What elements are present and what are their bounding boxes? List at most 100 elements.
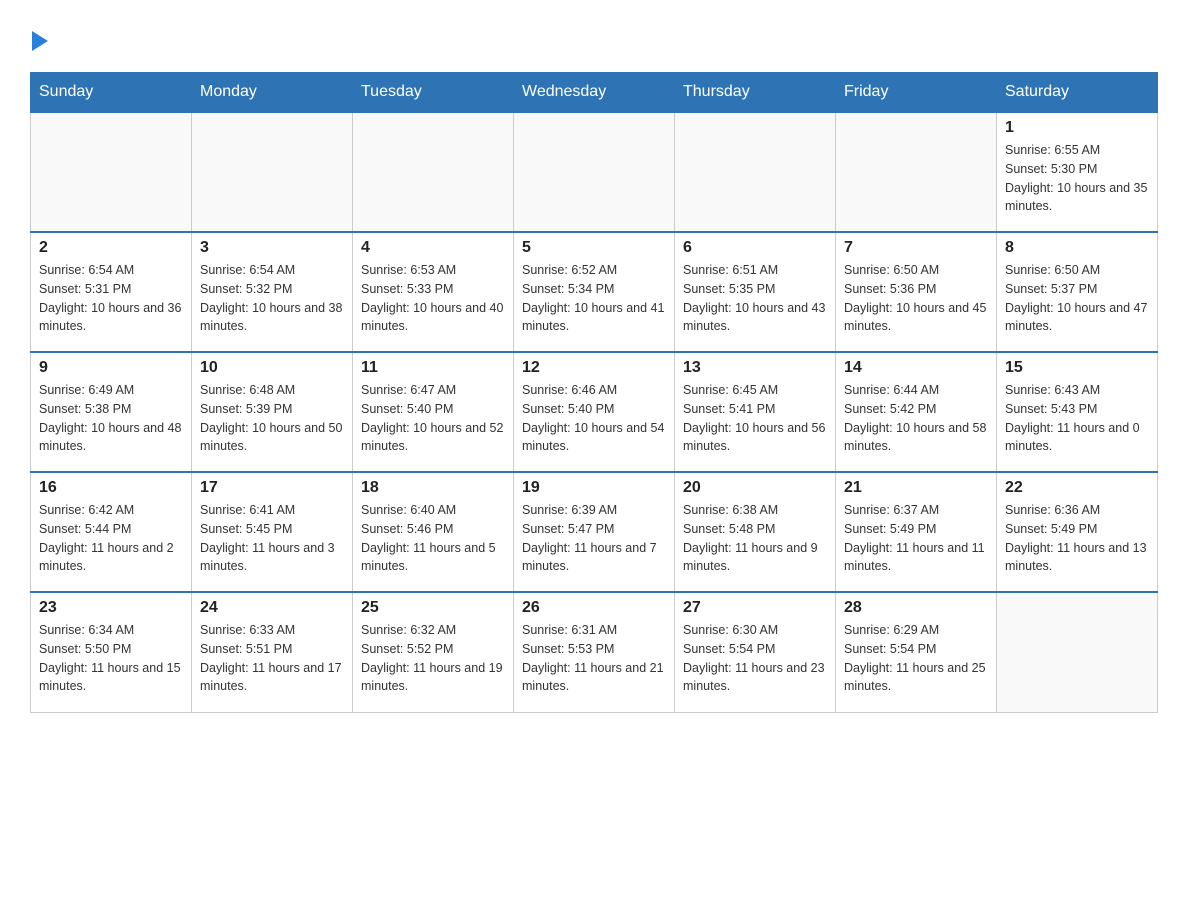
day-number: 19 <box>522 479 666 497</box>
day-info: Sunrise: 6:33 AMSunset: 5:51 PMDaylight:… <box>200 621 344 696</box>
day-number: 25 <box>361 599 505 617</box>
day-info: Sunrise: 6:50 AMSunset: 5:37 PMDaylight:… <box>1005 261 1149 336</box>
week-row-1: 1 Sunrise: 6:55 AMSunset: 5:30 PMDaylight… <box>31 112 1158 232</box>
day-number: 4 <box>361 239 505 257</box>
day-info: Sunrise: 6:42 AMSunset: 5:44 PMDaylight:… <box>39 501 183 576</box>
day-number: 8 <box>1005 239 1149 257</box>
day-info: Sunrise: 6:34 AMSunset: 5:50 PMDaylight:… <box>39 621 183 696</box>
column-header-friday: Friday <box>836 73 997 113</box>
day-info: Sunrise: 6:44 AMSunset: 5:42 PMDaylight:… <box>844 381 988 456</box>
day-cell: 25 Sunrise: 6:32 AMSunset: 5:52 PMDayligh… <box>353 592 514 712</box>
calendar-header: SundayMondayTuesdayWednesdayThursdayFrid… <box>31 73 1158 113</box>
day-info: Sunrise: 6:52 AMSunset: 5:34 PMDaylight:… <box>522 261 666 336</box>
day-number: 3 <box>200 239 344 257</box>
day-number: 23 <box>39 599 183 617</box>
calendar-body: 1 Sunrise: 6:55 AMSunset: 5:30 PMDaylight… <box>31 112 1158 712</box>
day-number: 14 <box>844 359 988 377</box>
day-cell: 28 Sunrise: 6:29 AMSunset: 5:54 PMDayligh… <box>836 592 997 712</box>
day-info: Sunrise: 6:54 AMSunset: 5:31 PMDaylight:… <box>39 261 183 336</box>
week-row-4: 16 Sunrise: 6:42 AMSunset: 5:44 PMDayligh… <box>31 472 1158 592</box>
day-info: Sunrise: 6:36 AMSunset: 5:49 PMDaylight:… <box>1005 501 1149 576</box>
day-number: 10 <box>200 359 344 377</box>
day-info: Sunrise: 6:53 AMSunset: 5:33 PMDaylight:… <box>361 261 505 336</box>
day-number: 12 <box>522 359 666 377</box>
day-info: Sunrise: 6:40 AMSunset: 5:46 PMDaylight:… <box>361 501 505 576</box>
day-number: 28 <box>844 599 988 617</box>
week-row-5: 23 Sunrise: 6:34 AMSunset: 5:50 PMDayligh… <box>31 592 1158 712</box>
logo-arrow-icon <box>32 31 48 51</box>
day-info: Sunrise: 6:31 AMSunset: 5:53 PMDaylight:… <box>522 621 666 696</box>
day-cell: 8 Sunrise: 6:50 AMSunset: 5:37 PMDaylight… <box>997 232 1158 352</box>
day-number: 18 <box>361 479 505 497</box>
day-number: 27 <box>683 599 827 617</box>
day-number: 16 <box>39 479 183 497</box>
day-cell: 2 Sunrise: 6:54 AMSunset: 5:31 PMDaylight… <box>31 232 192 352</box>
day-cell: 27 Sunrise: 6:30 AMSunset: 5:54 PMDayligh… <box>675 592 836 712</box>
day-cell: 15 Sunrise: 6:43 AMSunset: 5:43 PMDayligh… <box>997 352 1158 472</box>
day-cell <box>192 112 353 232</box>
day-info: Sunrise: 6:55 AMSunset: 5:30 PMDaylight:… <box>1005 141 1149 216</box>
day-info: Sunrise: 6:32 AMSunset: 5:52 PMDaylight:… <box>361 621 505 696</box>
day-cell <box>836 112 997 232</box>
day-info: Sunrise: 6:29 AMSunset: 5:54 PMDaylight:… <box>844 621 988 696</box>
day-cell: 9Sunrise: 6:49 AMSunset: 5:38 PMDaylight… <box>31 352 192 472</box>
day-info: Sunrise: 6:51 AMSunset: 5:35 PMDaylight:… <box>683 261 827 336</box>
day-cell: 21 Sunrise: 6:37 AMSunset: 5:49 PMDayligh… <box>836 472 997 592</box>
day-number: 24 <box>200 599 344 617</box>
day-number: 17 <box>200 479 344 497</box>
column-header-thursday: Thursday <box>675 73 836 113</box>
day-number: 7 <box>844 239 988 257</box>
day-number: 13 <box>683 359 827 377</box>
page-header <box>30 20 1158 52</box>
day-number: 6 <box>683 239 827 257</box>
day-info: Sunrise: 6:43 AMSunset: 5:43 PMDaylight:… <box>1005 381 1149 456</box>
column-header-tuesday: Tuesday <box>353 73 514 113</box>
day-cell <box>675 112 836 232</box>
day-info: Sunrise: 6:39 AMSunset: 5:47 PMDaylight:… <box>522 501 666 576</box>
day-cell: 6 Sunrise: 6:51 AMSunset: 5:35 PMDaylight… <box>675 232 836 352</box>
day-cell: 22 Sunrise: 6:36 AMSunset: 5:49 PMDayligh… <box>997 472 1158 592</box>
week-row-3: 9Sunrise: 6:49 AMSunset: 5:38 PMDaylight… <box>31 352 1158 472</box>
day-cell: 5 Sunrise: 6:52 AMSunset: 5:34 PMDaylight… <box>514 232 675 352</box>
day-number: 1 <box>1005 119 1149 137</box>
day-info: Sunrise: 6:50 AMSunset: 5:36 PMDaylight:… <box>844 261 988 336</box>
day-number: 20 <box>683 479 827 497</box>
day-cell <box>31 112 192 232</box>
day-info: Sunrise: 6:41 AMSunset: 5:45 PMDaylight:… <box>200 501 344 576</box>
calendar-table: SundayMondayTuesdayWednesdayThursdayFrid… <box>30 72 1158 713</box>
day-info: Sunrise: 6:37 AMSunset: 5:49 PMDaylight:… <box>844 501 988 576</box>
day-cell: 4 Sunrise: 6:53 AMSunset: 5:33 PMDaylight… <box>353 232 514 352</box>
column-header-sunday: Sunday <box>31 73 192 113</box>
day-number: 15 <box>1005 359 1149 377</box>
day-number: 2 <box>39 239 183 257</box>
day-cell: 19 Sunrise: 6:39 AMSunset: 5:47 PMDayligh… <box>514 472 675 592</box>
day-cell: 10 Sunrise: 6:48 AMSunset: 5:39 PMDayligh… <box>192 352 353 472</box>
day-cell <box>353 112 514 232</box>
day-info: Sunrise: 6:54 AMSunset: 5:32 PMDaylight:… <box>200 261 344 336</box>
day-cell <box>514 112 675 232</box>
column-header-saturday: Saturday <box>997 73 1158 113</box>
day-cell: 12 Sunrise: 6:46 AMSunset: 5:40 PMDayligh… <box>514 352 675 472</box>
day-number: 5 <box>522 239 666 257</box>
day-info: Sunrise: 6:30 AMSunset: 5:54 PMDaylight:… <box>683 621 827 696</box>
day-cell: 18 Sunrise: 6:40 AMSunset: 5:46 PMDayligh… <box>353 472 514 592</box>
day-cell: 24 Sunrise: 6:33 AMSunset: 5:51 PMDayligh… <box>192 592 353 712</box>
day-info: Sunrise: 6:48 AMSunset: 5:39 PMDaylight:… <box>200 381 344 456</box>
day-info: Sunrise: 6:38 AMSunset: 5:48 PMDaylight:… <box>683 501 827 576</box>
day-cell: 7 Sunrise: 6:50 AMSunset: 5:36 PMDaylight… <box>836 232 997 352</box>
day-cell: 26Sunrise: 6:31 AMSunset: 5:53 PMDayligh… <box>514 592 675 712</box>
day-cell: 23 Sunrise: 6:34 AMSunset: 5:50 PMDayligh… <box>31 592 192 712</box>
day-cell: 20 Sunrise: 6:38 AMSunset: 5:48 PMDayligh… <box>675 472 836 592</box>
day-number: 22 <box>1005 479 1149 497</box>
day-cell: 16 Sunrise: 6:42 AMSunset: 5:44 PMDayligh… <box>31 472 192 592</box>
day-cell: 11Sunrise: 6:47 AMSunset: 5:40 PMDayligh… <box>353 352 514 472</box>
day-info: Sunrise: 6:47 AMSunset: 5:40 PMDaylight:… <box>361 381 505 456</box>
column-header-monday: Monday <box>192 73 353 113</box>
day-info: Sunrise: 6:49 AMSunset: 5:38 PMDaylight:… <box>39 381 183 456</box>
day-cell: 14 Sunrise: 6:44 AMSunset: 5:42 PMDayligh… <box>836 352 997 472</box>
day-number: 21 <box>844 479 988 497</box>
header-row: SundayMondayTuesdayWednesdayThursdayFrid… <box>31 73 1158 113</box>
day-info: Sunrise: 6:46 AMSunset: 5:40 PMDaylight:… <box>522 381 666 456</box>
day-cell: 3 Sunrise: 6:54 AMSunset: 5:32 PMDaylight… <box>192 232 353 352</box>
logo <box>30 20 48 52</box>
